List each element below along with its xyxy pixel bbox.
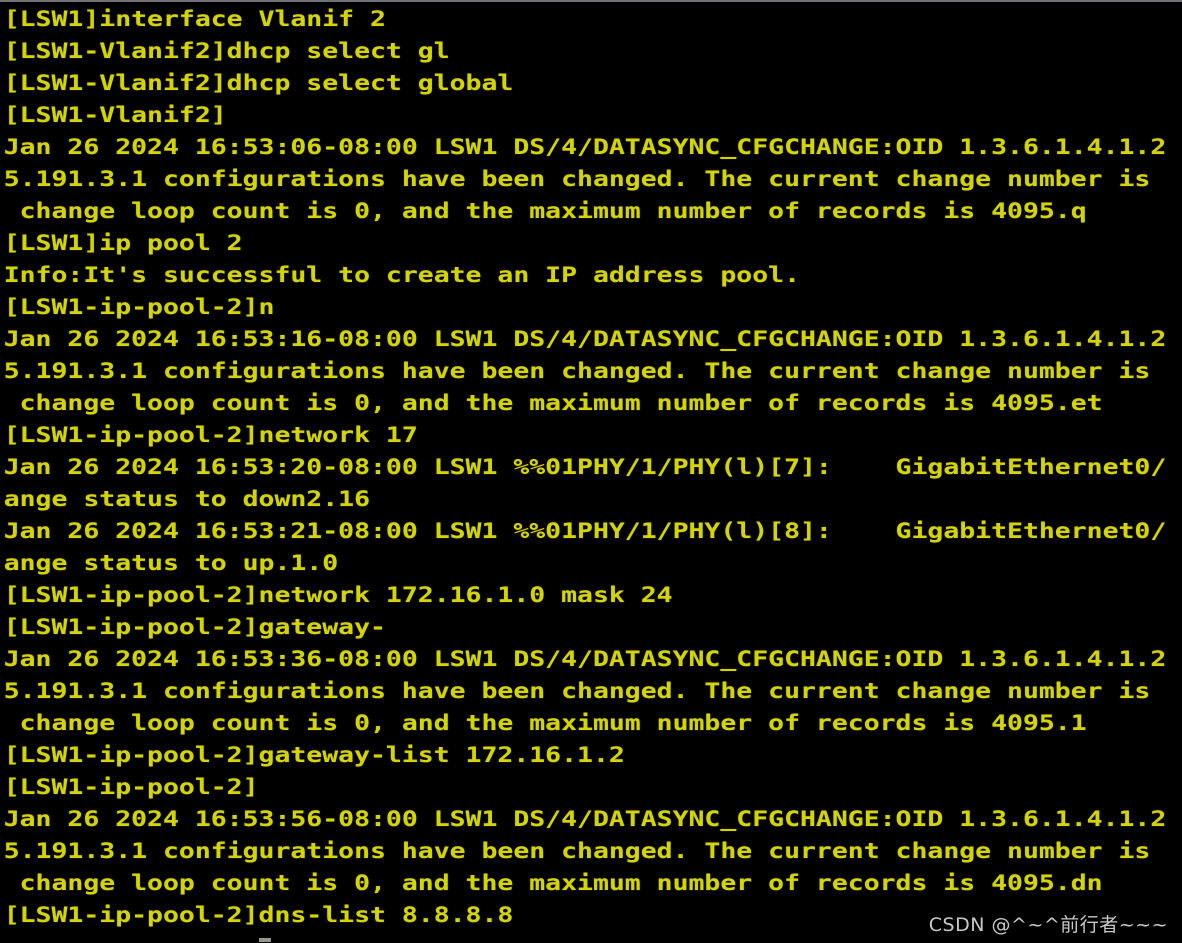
terminal-line: Jan 26 2024 16:53:06-08:00 LSW1 DS/4/DAT… [3,135,1167,160]
terminal-line: [LSW1-ip-pool-2]gateway- [3,615,386,640]
terminal-line: [LSW1-Vlanif2]dhcp select global [3,71,514,96]
terminal-line: Jan 26 2024 16:53:36-08:00 LSW1 DS/4/DAT… [3,647,1167,672]
terminal-line: change loop count is 0, and the maximum … [3,711,1087,736]
terminal-line: [LSW1]interface Vlanif 2 [3,7,386,32]
terminal-window[interactable]: [LSW1]interface Vlanif 2 [LSW1-Vlanif2]dh… [0,0,1182,943]
terminal-line: change loop count is 0, and the maximum … [3,199,1087,224]
terminal-line: change loop count is 0, and the maximum … [3,391,1103,416]
terminal-line: Jan 26 2024 16:53:20-08:00 LSW1 %%01PHY/… [3,455,1167,480]
terminal-line: [LSW1-ip-pool-2]gateway-list 172.16.1.2 [3,743,625,768]
terminal-line: 5.191.3.1 configurations have been chang… [3,839,1151,864]
terminal-line: Jan 26 2024 16:53:56-08:00 LSW1 DS/4/DAT… [3,807,1167,832]
terminal-line: ange status to up.1.0 [3,551,339,576]
terminal-line: 5.191.3.1 configurations have been chang… [3,167,1151,192]
terminal-line: ange status to down2.16 [3,487,371,512]
terminal-line: change loop count is 0, and the maximum … [3,871,1103,896]
terminal-line: 5.191.3.1 configurations have been chang… [3,679,1151,704]
terminal-line: Jan 26 2024 16:53:21-08:00 LSW1 %%01PHY/… [3,519,1167,544]
terminal-line: 5.191.3.1 configurations have been chang… [3,359,1151,384]
text-cursor [259,938,271,942]
csdn-watermark: CSDN @^~^前行者~~~ [928,914,1168,936]
terminal-line: Jan 26 2024 16:53:16-08:00 LSW1 DS/4/DAT… [3,327,1167,352]
terminal-line: [LSW1-ip-pool-2]network 17 [3,423,418,448]
terminal-line: [LSW1-ip-pool-2]n [3,295,275,320]
console-output: [LSW1]interface Vlanif 2 [LSW1-Vlanif2]dh… [0,4,1182,932]
terminal-line: [LSW1-Vlanif2]dhcp select gl [3,39,450,64]
terminal-line: [LSW1-ip-pool-2]network 172.16.1.0 mask … [3,583,673,608]
terminal-line: [LSW1-Vlanif2] [3,103,227,128]
terminal-line: Info:It's successful to create an IP add… [3,263,800,288]
terminal-line: [LSW1]ip pool 2 [3,231,243,256]
terminal-line: [LSW1-ip-pool-2] [3,775,259,800]
